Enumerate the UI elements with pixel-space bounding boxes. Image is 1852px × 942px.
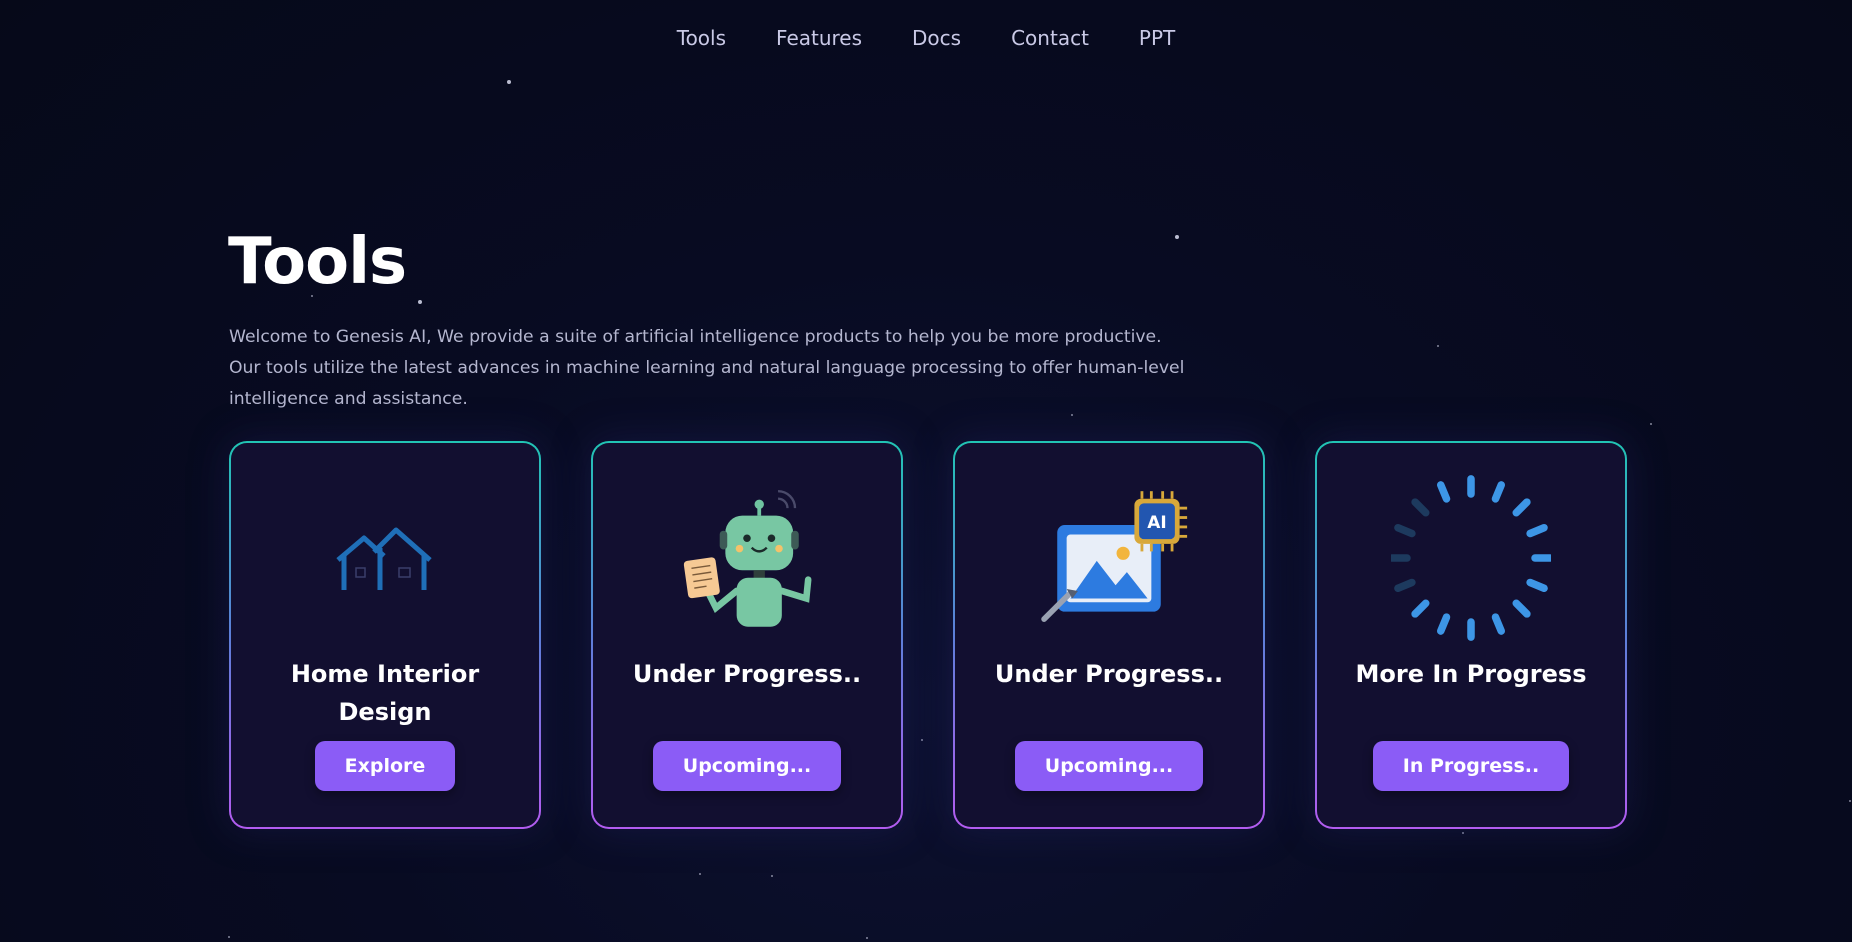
star [771,875,773,877]
nav-link-contact[interactable]: Contact [986,22,1114,54]
house-icon [305,473,465,643]
spinner-tick [1526,578,1548,593]
star [418,300,422,304]
spinner-tick [1436,613,1451,635]
card-title: Home Interior Design [290,660,480,726]
svg-text:AI: AI [1147,512,1166,532]
star [1175,235,1179,239]
star [1849,800,1851,802]
card-title: More In Progress [1355,660,1587,688]
upcoming-button[interactable]: Upcoming... [652,741,842,791]
star [699,873,701,875]
top-nav: Tools Features Docs Contact PPT [0,22,1852,54]
nav-link-ppt[interactable]: PPT [1114,22,1200,54]
spinner-tick [1394,523,1416,538]
tool-card-home-interior: Home Interior Design Explore [229,441,541,829]
page: Tools Features Docs Contact PPT Tools We… [0,0,1852,942]
tool-card-more-in-progress: More In Progress In Progress.. [1315,441,1627,829]
star [1650,423,1652,425]
star [1462,832,1464,834]
card-title: Under Progress.. [632,660,862,688]
spinner-tick [1512,498,1531,517]
card-body: Home Interior Design Explore [231,443,539,827]
star [228,936,230,938]
spinner-tick [1436,481,1451,503]
tool-cards: Home Interior Design Explore Under Progr… [229,441,1627,829]
spinner-tick [1491,613,1506,635]
spinner-tick [1394,578,1416,593]
card-body: More In Progress In Progress.. [1317,443,1625,827]
explore-button[interactable]: Explore [314,741,456,791]
card-body: Under Progress.. Upcoming... [593,443,901,827]
nav-link-docs[interactable]: Docs [887,22,986,54]
tool-card-under-progress-1: Under Progress.. Upcoming... [591,441,903,829]
robot-icon [667,473,827,643]
nav-link-tools[interactable]: Tools [652,22,751,54]
star [507,80,511,84]
tool-card-under-progress-2: AI Under Progress.. Upcoming... [953,441,1265,829]
nav-link-features[interactable]: Features [751,22,887,54]
spinner-tick [1411,599,1430,618]
in-progress-button[interactable]: In Progress.. [1372,741,1570,791]
spinner-tick [1526,523,1548,538]
spinner-tick [1512,599,1531,618]
card-title: Under Progress.. [994,660,1224,688]
spinner-tick [1491,481,1506,503]
spinner-tick [1411,498,1430,517]
star [1437,345,1439,347]
ai-image-icon: AI [1029,473,1189,643]
intro-text: Welcome to Genesis AI, We provide a suit… [229,327,1185,409]
card-body: AI Under Progress.. Upcoming... [955,443,1263,827]
page-title: Tools [228,225,407,299]
star [866,937,868,939]
upcoming-button[interactable]: Upcoming... [1014,741,1204,791]
loading-spinner-icon [1391,473,1551,643]
